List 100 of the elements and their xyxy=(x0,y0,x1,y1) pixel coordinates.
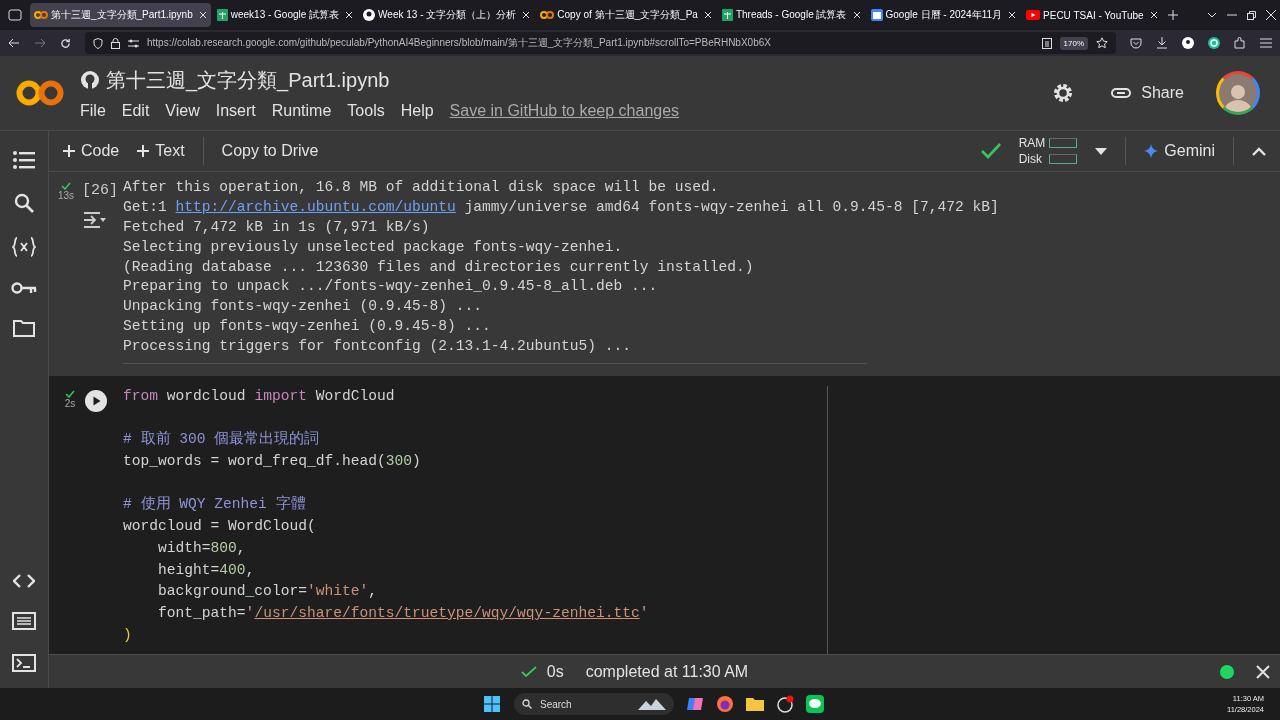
zoom-level[interactable]: 170% xyxy=(1059,36,1088,50)
close-icon[interactable] xyxy=(345,11,354,19)
close-icon[interactable] xyxy=(1266,10,1276,20)
address-bar[interactable]: https://colab.research.google.com/github/peculab/PythonAI4Beginners/blob/main/第十三週_文字分類_Part1.ipynb#scrollTo=PBeRHNbX0b6X 170% xyxy=(85,32,1116,54)
taskbar-search[interactable]: Search xyxy=(514,693,674,715)
browser-tab[interactable]: 第十三週_文字分類_Part1.ipynb xyxy=(30,3,211,27)
connection-dot-icon xyxy=(1220,664,1234,679)
close-icon[interactable] xyxy=(1008,11,1017,19)
add-text-button[interactable]: Text xyxy=(137,142,185,160)
menu-item[interactable]: Runtime xyxy=(271,101,332,120)
code-line: top_words = word_freq_df.head(300) xyxy=(123,452,421,472)
code-line: ) xyxy=(123,625,132,645)
pocket-icon[interactable] xyxy=(1130,37,1142,49)
restore-icon[interactable] xyxy=(1247,10,1256,20)
play-icon xyxy=(1026,10,1041,20)
browser-tab[interactable]: Copy of 第十三週_文字分類_Pa xyxy=(536,3,716,27)
chat-app-icon[interactable] xyxy=(806,695,824,713)
browser-app-icon[interactable] xyxy=(716,695,734,713)
star-icon[interactable] xyxy=(1096,37,1108,49)
browser-tab[interactable]: week13 - Google 試算表 xyxy=(212,3,358,27)
forward-arrow-icon[interactable] xyxy=(34,38,46,48)
app-icon[interactable] xyxy=(776,695,794,713)
add-code-button[interactable]: Code xyxy=(63,142,120,160)
sparkle-icon xyxy=(1144,144,1159,158)
close-icon[interactable] xyxy=(852,11,861,19)
extension-badge-icon[interactable] xyxy=(1182,37,1194,49)
menu-item[interactable]: View xyxy=(165,101,200,120)
link-icon xyxy=(1111,88,1132,98)
user-avatar[interactable] xyxy=(1216,71,1260,115)
output-text: Processing triggers for fontconfig (2.13.1-4.2ubuntu5) ... xyxy=(123,338,631,355)
close-icon[interactable] xyxy=(1256,664,1270,679)
menu-item[interactable]: Edit xyxy=(121,101,150,120)
check-icon xyxy=(980,143,1001,159)
puzzle-icon[interactable] xyxy=(1234,37,1246,49)
browser-tab[interactable]: Week 13 - 文字分類（上）分析 xyxy=(359,3,535,27)
folder-icon[interactable] xyxy=(746,696,764,712)
menu-item[interactable]: File xyxy=(80,101,106,120)
code-line: from wordcloud import WordCloud xyxy=(123,387,395,406)
output-text: Unpacking fonts-wqy-zenhei (0.9.45-8) ... xyxy=(123,298,483,315)
terminal-icon[interactable] xyxy=(12,654,36,672)
menu-icon[interactable] xyxy=(1260,38,1272,48)
download-icon[interactable] xyxy=(1156,37,1168,49)
menu-item[interactable]: Insert xyxy=(215,101,256,120)
notebook-title[interactable]: 第十三週_文字分類_Part1.ipynb xyxy=(106,66,390,94)
dropdown-caret-icon[interactable] xyxy=(1095,147,1108,155)
output-link[interactable]: http://archive.ubuntu.com/ubuntu xyxy=(175,198,456,215)
url-text: https://colab.research.google.com/github/peculab/PythonAI4Beginners/blob/main/第十三週_文字分類_Part1.ipynb#scrollTo=PBeRHNbX0b6X xyxy=(147,36,772,50)
code-brackets-icon[interactable] xyxy=(13,574,35,588)
sliders-icon xyxy=(128,38,139,48)
back-arrow-icon[interactable] xyxy=(8,38,20,48)
copilot-icon[interactable] xyxy=(686,695,704,713)
key-icon[interactable] xyxy=(11,281,37,295)
run-duration: 13s xyxy=(57,190,75,201)
close-icon[interactable] xyxy=(703,11,712,19)
execution-count: [26] xyxy=(82,182,119,199)
chevron-down-icon[interactable] xyxy=(1207,12,1217,18)
spreadsheet-icon xyxy=(216,9,228,21)
reader-view-icon[interactable] xyxy=(1041,37,1052,49)
tab-list-icon[interactable] xyxy=(8,9,22,21)
gemini-button[interactable]: Gemini xyxy=(1144,142,1215,160)
close-icon[interactable] xyxy=(1149,11,1158,19)
plus-icon[interactable] xyxy=(1167,10,1178,20)
code-line: wordcloud = WordCloud( xyxy=(123,517,316,537)
browser-tab[interactable]: Threads - Google 試算表 xyxy=(717,3,865,27)
reload-icon[interactable] xyxy=(60,37,71,49)
output-text: Selecting previously unselected package fonts-wqy-zenhei. xyxy=(123,238,623,255)
table-of-contents-icon[interactable] xyxy=(13,151,35,169)
copy-to-drive-button[interactable]: Copy to Drive xyxy=(221,142,319,160)
disk-label: Disk xyxy=(1018,152,1043,166)
command-palette-icon[interactable] xyxy=(12,612,36,630)
output-settings-icon[interactable] xyxy=(83,211,107,229)
search-icon[interactable] xyxy=(14,193,34,213)
menu-item[interactable]: Help xyxy=(400,101,434,120)
variables-icon[interactable] xyxy=(12,237,36,257)
output-text: Preparing to unpack .../fonts-wqy-zenhei_0.9.45-8_all.deb ... xyxy=(123,278,658,295)
close-icon[interactable] xyxy=(522,11,531,19)
extension-round-icon[interactable] xyxy=(1208,37,1220,49)
ram-label: RAM xyxy=(1018,136,1046,150)
menu-item[interactable]: Tools xyxy=(347,101,385,120)
close-icon[interactable] xyxy=(198,11,207,19)
check-icon xyxy=(61,182,71,190)
run-duration: 0s xyxy=(546,662,564,681)
code-line: # 取前 300 個最常出現的詞 xyxy=(123,429,320,450)
check-icon xyxy=(65,390,75,398)
run-button-icon[interactable] xyxy=(85,390,108,412)
share-button[interactable]: Share xyxy=(1111,84,1184,102)
browser-tab[interactable]: Google 日曆 - 2024年11月 xyxy=(866,3,1021,27)
lock-icon xyxy=(111,37,120,49)
save-link[interactable]: Save in GitHub to keep changes xyxy=(449,101,680,120)
chevron-up-icon[interactable] xyxy=(1252,146,1266,156)
browser-tab[interactable]: PECU TSAI - YouTube xyxy=(1022,3,1162,27)
search-icon xyxy=(522,699,532,709)
run-duration: 2s xyxy=(64,398,76,409)
start-icon[interactable] xyxy=(484,696,500,712)
ram-meter xyxy=(1049,138,1078,148)
folder-icon[interactable] xyxy=(13,319,35,337)
spreadsheet-icon xyxy=(721,9,733,21)
code-line: font_path='/usr/share/fonts/truetype/wqy/wqy-zenhei.ttc' xyxy=(157,603,649,623)
code-line: background_color='white', xyxy=(157,582,377,602)
check-icon xyxy=(520,665,537,678)
